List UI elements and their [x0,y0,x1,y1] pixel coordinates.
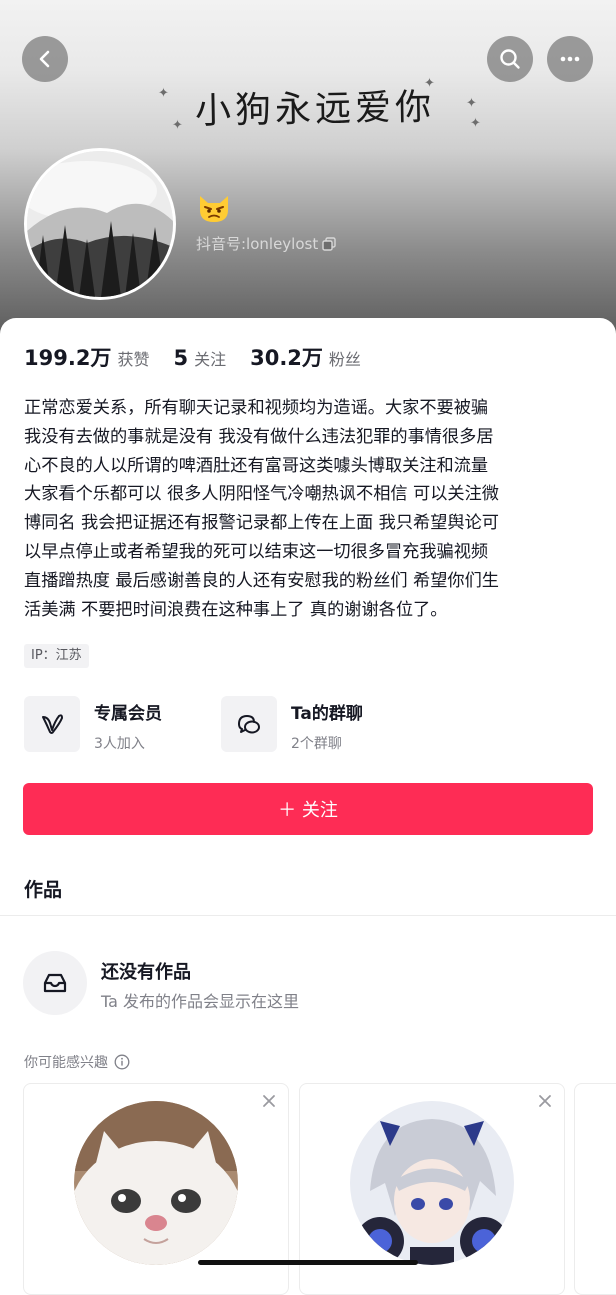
recommended-user-card[interactable] [574,1083,616,1295]
avatar[interactable] [24,148,176,300]
bio-text: 正常恋爱关系，所有聊天记录和视频均为造谣。大家不要被骗 我没有去做的事就是没有 … [24,398,499,620]
avatar-image [27,151,173,297]
group-chat-entry[interactable]: Ta的群聊 2个群聊 [221,696,363,753]
angry-cat-emoji-icon [200,196,228,222]
works-tab[interactable]: 作品 [24,875,62,902]
sparkle-icon: ✦ [158,86,169,101]
more-icon [560,56,580,62]
stats-row: 199.2万 获赞 5 关注 30.2万 粉丝 [24,342,385,372]
group-chat-icon-box [221,696,277,752]
ip-location-tag: IP：江苏 [24,644,89,668]
sparkle-icon: ✦ [470,116,481,131]
back-button[interactable] [22,36,68,82]
info-icon[interactable] [114,1054,130,1070]
member-icon-box [24,696,80,752]
group-chat-icon [238,714,260,734]
followers-label: 粉丝 [328,350,361,369]
search-button[interactable] [487,36,533,82]
close-icon[interactable] [538,1094,552,1108]
more-button[interactable] [547,36,593,82]
member-subtitle: 3人加入 [94,736,145,752]
search-icon [500,49,520,69]
following-count[interactable]: 5 [173,346,188,370]
profile-header: 小狗永远爱你 ✦ ✦ ✦ ✦ ✦ 抖音号:lonleylost [0,0,616,340]
anime-avatar-image [350,1101,514,1265]
copy-icon[interactable] [322,236,336,251]
back-icon [39,50,50,68]
member-icon [42,714,63,734]
douyin-id[interactable]: 抖音号:lonleylost [196,233,336,254]
divider [0,915,616,916]
group-chat-subtitle: 2个群聊 [291,736,342,752]
exclusive-member-entry[interactable]: 专属会员 3人加入 [24,696,162,753]
member-title: 专属会员 [94,704,162,724]
douyin-id-text: 抖音号:lonleylost [196,235,319,253]
home-indicator [198,1260,418,1265]
recommended-user-avatar[interactable] [350,1101,514,1265]
profile-card: 199.2万 获赞 5 关注 30.2万 粉丝 正常恋爱关系，所有聊天记录和视频… [0,318,616,1295]
likes-label: 获赞 [117,350,150,369]
empty-works-title: 还没有作品 [101,962,191,983]
sparkle-icon: ✦ [424,76,435,91]
followers-count[interactable]: 30.2万 [250,342,323,372]
recommended-user-avatar[interactable] [74,1101,238,1265]
empty-works-subtitle: Ta 发布的作品会显示在这里 [101,992,300,1011]
likes-count[interactable]: 199.2万 [24,342,111,372]
cat-avatar-image [74,1101,238,1265]
empty-works-icon-box [23,951,87,1015]
recommend-label-text: 你可能感兴趣 [24,1055,108,1071]
sparkle-icon: ✦ [466,96,477,111]
close-icon[interactable] [262,1094,276,1108]
inbox-icon [43,973,67,993]
follow-button[interactable]: ＋ 关注 [23,783,593,835]
group-chat-title: Ta的群聊 [291,704,363,724]
following-label: 关注 [194,350,227,369]
recommend-section-label: 你可能感兴趣 [24,1052,130,1072]
sparkle-icon: ✦ [172,118,183,133]
